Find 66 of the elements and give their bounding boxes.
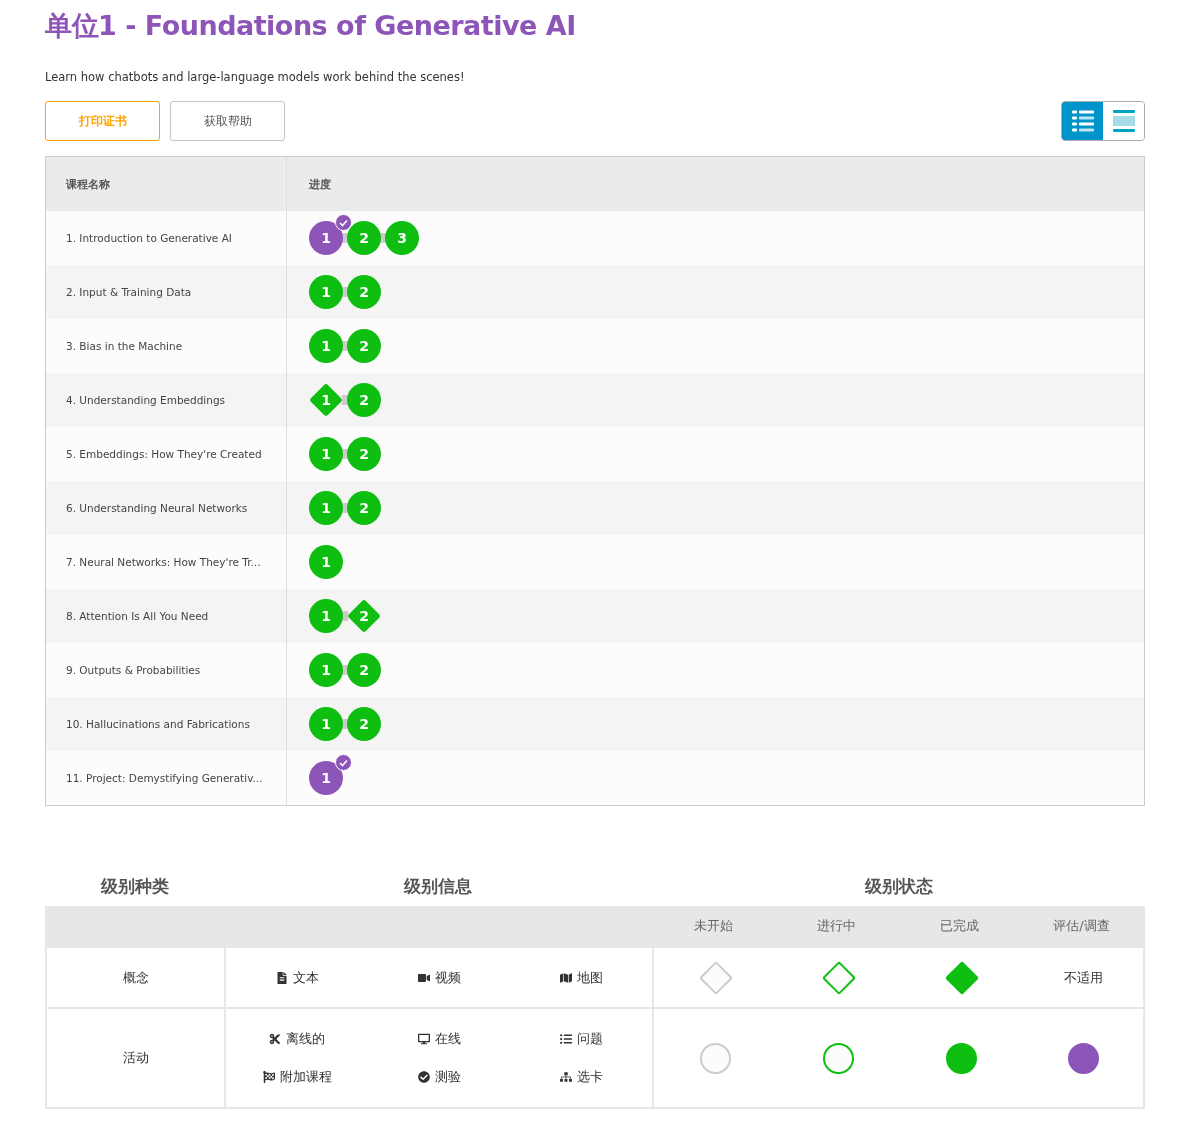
level-bubble[interactable]: 1 [309,761,343,795]
level-bubble[interactable]: 1 [309,599,343,633]
level-type-label: 地图 [576,968,603,987]
level-type-label: 文本 [292,968,319,987]
level-bubble[interactable]: 1 [309,275,343,309]
panel-view-icon [1111,110,1136,132]
level-bubble[interactable]: 2 [347,653,381,687]
lesson-name: 2. Input & Training Data [66,286,192,298]
level-type-label: 视频 [434,968,461,987]
level-bubble[interactable]: 1 [309,437,343,471]
level-type-label: 在线 [434,1030,461,1048]
level-type-label: 问题 [576,1030,603,1048]
level-type-label: 选卡 [576,1068,603,1086]
list-icon [559,1033,572,1045]
level-bubble[interactable]: 1 [309,653,343,687]
level-bubble[interactable]: 1 [309,491,343,525]
legend-heading: 级别信息 [403,874,473,898]
video-camera-icon [417,971,430,984]
detail-view-button[interactable] [1062,102,1103,140]
checkered-flag-icon [262,1071,275,1083]
level-bubble[interactable]: 2 [347,221,381,255]
level-bubble[interactable]: 2 [347,707,381,741]
level-type-label: 测验 [434,1068,461,1086]
status-column-header: 已完成 [940,917,979,935]
level-bubble[interactable]: 2 [347,491,381,525]
level-type-label: 离线的 [286,1030,325,1048]
level-kind: 概念 [122,968,149,987]
lesson-name: 8. Attention Is All You Need [66,610,209,622]
column-header: 课程名称 [66,176,110,192]
lesson-name: 1. Introduction to Generative AI [66,232,232,244]
legend-heading: 级别种类 [99,874,170,898]
map-icon [559,971,572,984]
level-bubble[interactable]: 2 [347,383,381,417]
help-button[interactable]: 获取帮助 [170,101,285,141]
lesson-name: 10. Hallucinations and Fabrications [66,718,250,730]
page-title: 单位1 - Foundations of Generative AI [45,9,577,43]
list-view-icon [1070,110,1095,132]
level-bubble[interactable]: 1 [309,329,343,363]
level-bubble[interactable]: 1 [309,545,343,579]
not-applicable-label: 不适用 [1064,968,1103,987]
level-bubble[interactable]: 3 [385,221,419,255]
scissors-icon [269,1033,281,1045]
status-column-header: 评估/调查 [1053,917,1110,935]
level-bubble[interactable]: 2 [347,437,381,471]
level-type-label: 附加课程 [279,1068,332,1086]
document-icon [275,971,288,984]
subtitle: Learn how chatbots and large-language models work behind the scenes! [45,70,466,84]
lesson-name: 9. Outputs & Probabilities [66,664,201,676]
level-kind: 活动 [122,1049,149,1067]
hierarchy-icon [559,1071,572,1083]
monitor-icon [417,1033,430,1045]
lesson-name: 3. Bias in the Machine [66,340,183,352]
lesson-name: 6. Understanding Neural Networks [66,502,248,514]
level-bubble[interactable]: 2 [347,329,381,363]
status-column-header: 进行中 [817,917,856,935]
column-header: 进度 [309,176,331,192]
legend-heading: 级别状态 [863,874,934,898]
level-bubble[interactable]: 2 [347,275,381,309]
status-column-header: 未开始 [694,917,733,935]
level-bubble[interactable]: 1 [309,707,343,741]
print-certificate-button[interactable]: 打印证书 [45,101,160,141]
lesson-name: 7. Neural Networks: How They're Tr... [66,556,261,568]
lesson-name: 11. Project: Demystifying Generativ... [66,772,263,784]
level-bubble[interactable]: 1 [309,221,343,255]
lesson-name: 4. Understanding Embeddings [66,394,226,406]
lesson-name: 5. Embeddings: How They're Created [66,448,262,460]
